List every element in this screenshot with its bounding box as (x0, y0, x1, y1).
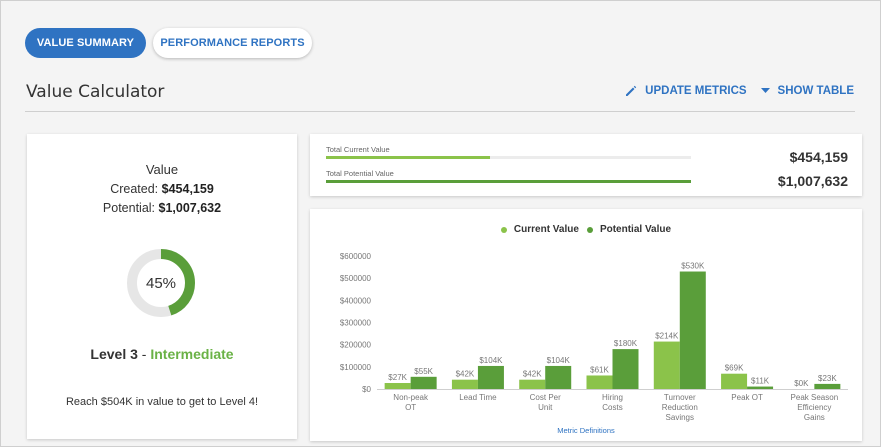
potential-value: $1,007,632 (158, 201, 222, 215)
total-current-bar (326, 156, 691, 159)
value-title: Value (145, 162, 179, 177)
potential-line: Potential: $1,007,632 (27, 201, 297, 215)
data-label: $180K (614, 339, 638, 348)
show-table-button[interactable]: SHOW TABLE (760, 85, 854, 97)
data-label: $69K (725, 364, 744, 373)
y-tick-label: $600000 (340, 252, 372, 261)
page-title: Value Calculator (26, 82, 165, 102)
potential-label: Potential: (102, 201, 156, 215)
metric-definitions-link[interactable]: Metric Definitions (310, 426, 862, 435)
app-frame: VALUE SUMMARY PERFORMANCE REPORTS Value … (0, 0, 881, 447)
created-line: Created: $454,159 (27, 182, 297, 196)
bar-current (451, 379, 478, 389)
totals-card: Total Current Value $454,159 Total Poten… (310, 134, 862, 196)
bar-current (721, 373, 748, 389)
bar-potential (747, 386, 774, 389)
data-label: $23K (818, 374, 837, 383)
x-tick-label: Hiring (602, 393, 623, 402)
donut-percent: 45% (145, 274, 177, 292)
bar-potential (545, 365, 572, 389)
tab-value-summary[interactable]: VALUE SUMMARY (25, 28, 146, 58)
bar-potential (410, 376, 437, 389)
x-tick-label: Lead Time (459, 393, 497, 402)
data-label: $11K (751, 377, 770, 386)
data-label: $42K (523, 370, 542, 379)
x-tick-label: Unit (538, 403, 553, 412)
y-tick-label: $400000 (340, 296, 372, 305)
data-label: $530K (681, 262, 705, 271)
total-current-value: $454,159 (789, 149, 848, 165)
level-number: Level 3 (90, 346, 138, 362)
total-potential-value: $1,007,632 (777, 173, 848, 189)
x-tick-label: Peak OT (731, 393, 763, 402)
bar-current (653, 341, 680, 389)
data-label: $104K (547, 356, 571, 365)
value-chart-card: Current Value Potential Value $0 $100000 $… (310, 209, 862, 441)
bar-potential (679, 271, 706, 389)
value-summary-card: Value Created: $454,159 Potential: $1,00… (27, 134, 297, 439)
created-label: Created: (110, 182, 159, 196)
total-current-label: Total Current Value (326, 145, 390, 154)
caret-down-icon (760, 88, 770, 93)
bar-potential (814, 383, 841, 389)
x-tick-label: Efficiency (797, 403, 831, 412)
data-label: $42K (456, 370, 475, 379)
bar-current (519, 379, 546, 389)
update-metrics-button[interactable]: UPDATE METRICS (625, 85, 747, 97)
level-name: Intermediate (150, 346, 234, 362)
header-divider (25, 111, 855, 112)
x-tick-label: Cost Per (530, 393, 561, 402)
show-table-label: SHOW TABLE (777, 85, 854, 97)
y-tick-label: $200000 (340, 341, 372, 350)
y-tick-label: $100000 (340, 363, 372, 372)
x-tick-label: Turnover (664, 393, 696, 402)
data-label: $55K (414, 367, 433, 376)
bar-chart: $0 $100000 $200000 $300000 $400000 $500000 $60… (340, 252, 848, 422)
pencil-icon (626, 85, 637, 96)
total-potential-bar-fill (326, 180, 691, 183)
bar-current (384, 383, 411, 389)
header-actions: UPDATE METRICS SHOW TABLE (625, 85, 854, 97)
x-tick-label: Gains (804, 413, 825, 422)
level-label: Level 3 - Intermediate (27, 346, 297, 362)
data-label: $0K (794, 379, 809, 388)
bar-current (586, 375, 613, 389)
data-label: $27K (388, 373, 407, 382)
y-tick-label: $500000 (340, 274, 372, 283)
x-tick-label: Reduction (662, 403, 698, 412)
x-tick-label: Costs (602, 403, 622, 412)
created-value: $454,159 (161, 182, 214, 196)
level-separator: - (141, 346, 147, 362)
total-potential-label: Total Potential Value (326, 169, 394, 178)
y-tick-label: $300000 (340, 319, 372, 328)
bar-potential (477, 365, 504, 389)
x-tick-label: Non-peak (393, 393, 429, 402)
tab-performance-reports[interactable]: PERFORMANCE REPORTS (153, 28, 312, 58)
x-tick-label: Savings (666, 413, 694, 422)
y-tick-label: $0 (362, 385, 371, 394)
data-label: $214K (655, 332, 679, 341)
x-tick-label: Peak Season (791, 393, 839, 402)
data-label: $104K (479, 356, 503, 365)
update-metrics-label: UPDATE METRICS (645, 85, 747, 97)
x-tick-label: OT (405, 403, 416, 412)
next-level-hint: Reach $504K in value to get to Level 4! (65, 396, 259, 408)
bar-potential (612, 349, 639, 389)
total-potential-bar (326, 180, 691, 183)
data-label: $61K (590, 365, 609, 374)
total-current-bar-fill (326, 156, 491, 159)
